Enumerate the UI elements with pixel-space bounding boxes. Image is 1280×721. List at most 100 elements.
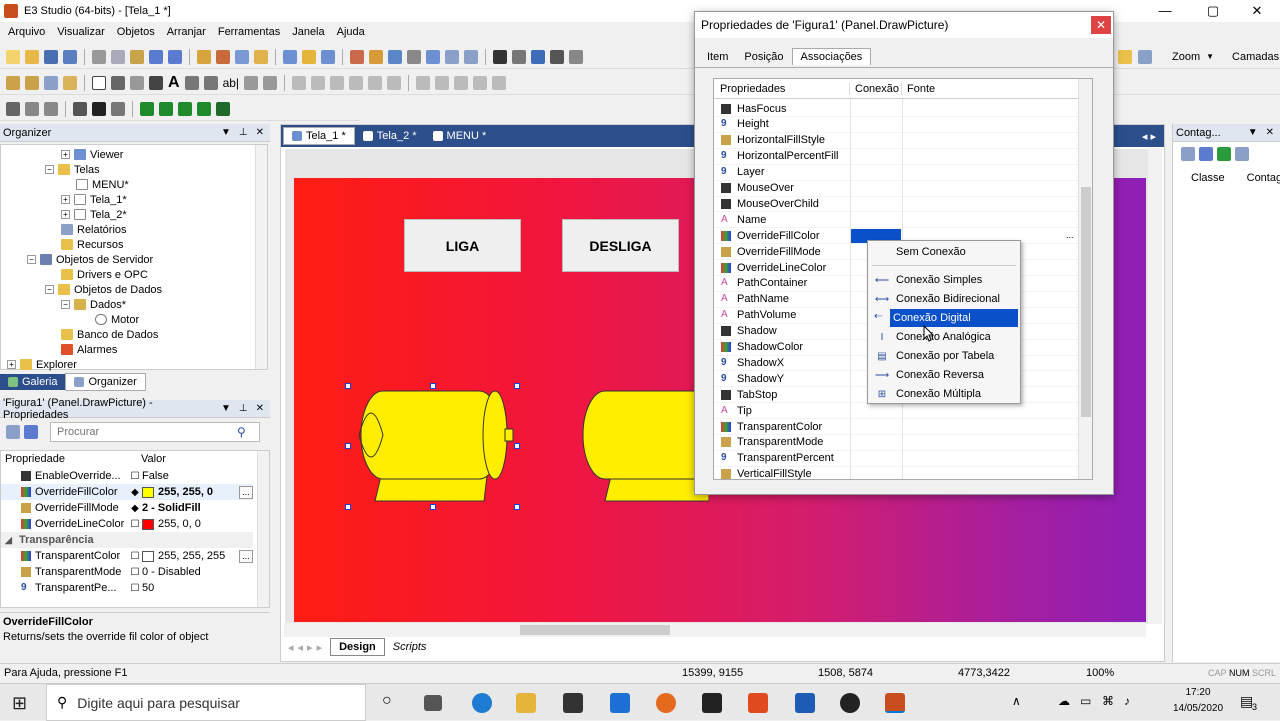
- tabs-scroll-icon[interactable]: ◂ ▸: [1142, 130, 1164, 143]
- selection-handle[interactable]: [430, 383, 436, 389]
- task-view-icon[interactable]: [424, 695, 442, 711]
- liga-button[interactable]: LIGA: [404, 219, 521, 272]
- app-icon-dark[interactable]: [840, 693, 860, 713]
- categorized-icon[interactable]: [6, 425, 20, 439]
- prop-row-transparentcolor[interactable]: TransparentColor ☐ 255, 255, 255...: [1, 548, 253, 564]
- tab-posicao[interactable]: Posição: [736, 49, 791, 65]
- group-icon[interactable]: [25, 75, 39, 90]
- table-icon[interactable]: [426, 49, 440, 64]
- tree-item-telas[interactable]: − Telas: [45, 162, 100, 177]
- prop-row-overridefillcolor[interactable]: OverrideFillColor ◆ 255, 255, 0...: [1, 484, 253, 500]
- refresh-icon[interactable]: [531, 49, 545, 64]
- scroll-thumb[interactable]: [520, 625, 670, 635]
- menu-item-sem-conexao[interactable]: Sem Conexão: [870, 243, 1018, 261]
- close-icon[interactable]: ✕: [256, 403, 264, 414]
- line-style-icon[interactable]: [73, 101, 87, 116]
- collapse-icon[interactable]: ◢: [1, 535, 15, 546]
- build-icon[interactable]: [197, 49, 211, 64]
- arrow-style-icon[interactable]: [111, 101, 125, 116]
- cortana-icon[interactable]: ○: [382, 692, 392, 710]
- tool-icon[interactable]: [350, 49, 364, 64]
- close-icon[interactable]: ✕: [256, 127, 264, 138]
- menu-ferramentas[interactable]: Ferramentas: [212, 26, 286, 38]
- folder-icon[interactable]: [63, 75, 77, 90]
- green2-icon[interactable]: [159, 101, 173, 116]
- order-icon[interactable]: [454, 75, 469, 90]
- assoc-row-layer[interactable]: 9 Layer: [714, 165, 1078, 181]
- dialog-close-button[interactable]: ✕: [1091, 16, 1111, 34]
- shape-icon[interactable]: [6, 75, 20, 90]
- ellipsis-button[interactable]: ...: [239, 485, 253, 499]
- source-ellipsis-button[interactable]: ...: [1066, 230, 1074, 240]
- paste-icon[interactable]: [130, 49, 144, 64]
- store-icon[interactable]: [563, 693, 583, 713]
- tab-menu[interactable]: MENU *: [425, 128, 495, 144]
- canvas-hscrollbar[interactable]: [284, 623, 1146, 637]
- edge-icon[interactable]: [472, 693, 492, 713]
- tab-associacoes[interactable]: Associações: [791, 48, 872, 65]
- chevron-down-icon[interactable]: ▼: [221, 127, 231, 138]
- hand-icon[interactable]: [512, 49, 526, 64]
- motor-1[interactable]: [349, 386, 519, 506]
- clock-time[interactable]: 17:20: [1172, 687, 1224, 698]
- prop-row-overridefillmode[interactable]: OverrideFillMode ◆ 2 - SolidFill: [1, 500, 253, 516]
- zoom-dropdown[interactable]: Zoom: [1172, 51, 1200, 63]
- mail-icon[interactable]: [610, 693, 630, 713]
- menu-item-conexao-digital[interactable]: Conexão Digital: [890, 309, 1018, 327]
- database-icon[interactable]: [369, 49, 383, 64]
- chevron-down-icon[interactable]: ▼: [1206, 52, 1214, 61]
- rotate-icon[interactable]: [492, 75, 507, 90]
- align-right-icon[interactable]: [330, 75, 345, 90]
- selection-handle[interactable]: [345, 443, 351, 449]
- layers-icon[interactable]: [1118, 49, 1132, 64]
- save-all-icon[interactable]: [63, 49, 77, 64]
- selection-handle[interactable]: [345, 383, 351, 389]
- selection-handle[interactable]: [514, 443, 520, 449]
- pin-icon[interactable]: ⊥: [239, 403, 248, 414]
- word-icon[interactable]: [795, 693, 815, 713]
- tree-item-motor[interactable]: Motor: [95, 312, 139, 327]
- menu-janela[interactable]: Janela: [286, 26, 330, 38]
- slider-tool-icon[interactable]: [244, 75, 259, 90]
- tab-organizer[interactable]: Organizer: [65, 373, 146, 391]
- redo-icon[interactable]: [168, 49, 182, 64]
- menu-item-conexao-analogica[interactable]: I Conexão Analógica: [870, 328, 1018, 346]
- menu-visualizar[interactable]: Visualizar: [51, 26, 111, 38]
- e3-studio-task-icon[interactable]: [885, 693, 905, 713]
- tab-galeria[interactable]: Galeria: [0, 374, 66, 390]
- align-bottom-icon[interactable]: [387, 75, 402, 90]
- selection-handle[interactable]: [514, 504, 520, 510]
- tree-item-alarmes[interactable]: Alarmes: [61, 342, 117, 357]
- battery-icon[interactable]: ▭: [1080, 694, 1091, 708]
- office-icon[interactable]: [748, 693, 768, 713]
- refresh-icon[interactable]: [1217, 147, 1231, 161]
- grid-scroll-thumb[interactable]: [1081, 187, 1091, 417]
- layout-icon[interactable]: [464, 49, 478, 64]
- tree-item-tela1[interactable]: + Tela_1*: [61, 192, 127, 207]
- line-color-icon[interactable]: [44, 101, 58, 116]
- search-input[interactable]: [57, 426, 237, 438]
- windows-start-icon[interactable]: ⊞: [12, 693, 27, 714]
- list-tool-icon[interactable]: [130, 75, 144, 90]
- tab-design[interactable]: Design: [330, 638, 385, 656]
- prop-row-enableoverride[interactable]: EnableOverride... ☐ False: [1, 468, 253, 484]
- camadas-dropdown[interactable]: Camadas: [1232, 51, 1279, 63]
- copy-icon[interactable]: [111, 49, 125, 64]
- chevron-down-icon[interactable]: ▼: [1248, 127, 1258, 138]
- tab-item[interactable]: Item: [699, 49, 736, 65]
- tree-item-dados[interactable]: − Dados*: [61, 297, 126, 312]
- maximize-button[interactable]: ▢: [1190, 0, 1236, 22]
- tab-nav-icon[interactable]: ◂◂▸▸: [284, 641, 330, 654]
- clock-date[interactable]: 14/05/2020: [1167, 703, 1229, 714]
- search-icon[interactable]: ⚲: [237, 425, 246, 439]
- assoc-row-tip[interactable]: A Tip: [714, 403, 1078, 420]
- prop-row-overridelinecolor[interactable]: OverrideLineColor ☐ 255, 0, 0: [1, 516, 253, 532]
- sort-az-icon[interactable]: [24, 425, 38, 439]
- assoc-row-verticalfillstyle[interactable]: VerticalFillStyle: [714, 467, 1078, 483]
- tree-item-recursos[interactable]: Recursos: [61, 237, 123, 252]
- desliga-button[interactable]: DESLIGA: [562, 219, 679, 272]
- green-icon[interactable]: [140, 101, 154, 116]
- align-center-icon[interactable]: [311, 75, 326, 90]
- distribute-icon[interactable]: [416, 75, 431, 90]
- tray-chevron-icon[interactable]: ∧: [1012, 694, 1021, 708]
